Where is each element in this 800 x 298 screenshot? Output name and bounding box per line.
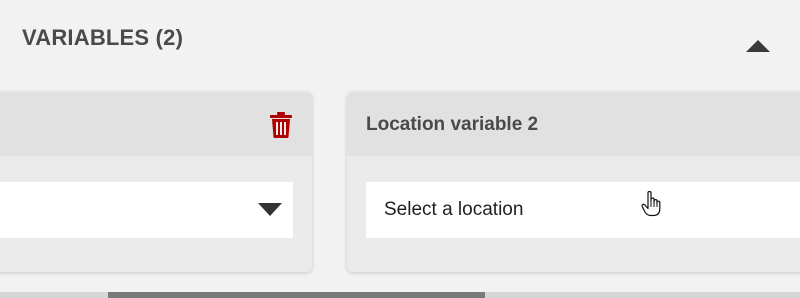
horizontal-scrollbar[interactable]	[0, 292, 800, 298]
variable-card-2: Location variable 2 Select a location	[347, 92, 800, 272]
card-header: Location variable 2	[347, 92, 800, 156]
hand-pointer-icon	[641, 191, 661, 217]
select-placeholder: Select a location	[384, 199, 524, 220]
trash-icon[interactable]	[270, 112, 292, 138]
location-select[interactable]	[0, 182, 293, 238]
card-title: Location variable 2	[366, 114, 539, 135]
scrollbar-thumb[interactable]	[108, 292, 485, 298]
caret-up-icon[interactable]	[746, 40, 770, 52]
location-select[interactable]: Select a location	[366, 182, 800, 238]
caret-down-icon[interactable]	[258, 203, 282, 216]
card-header	[0, 92, 312, 156]
section-title: VARIABLES (2)	[22, 25, 184, 50]
variables-section-header[interactable]: VARIABLES (2)	[0, 0, 800, 78]
variable-card-1	[0, 92, 312, 272]
